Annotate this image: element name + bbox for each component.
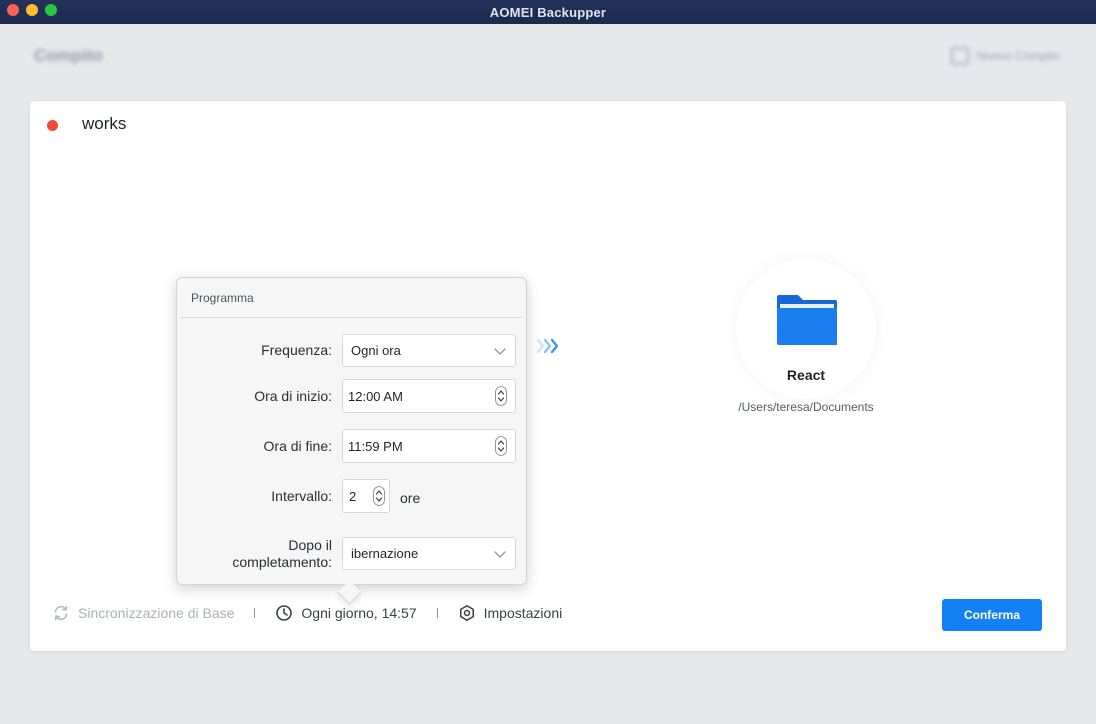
task-options-bar: Sincronizzazione di Base Ogni giorno, 14… bbox=[52, 601, 562, 625]
confirm-button[interactable]: Conferma bbox=[942, 599, 1042, 631]
frequency-value: Ogni ora bbox=[351, 343, 401, 358]
schedule-popover: Programma Frequenza: Ogni ora Ora di ini… bbox=[176, 277, 527, 605]
time-stepper-icon[interactable] bbox=[495, 436, 507, 456]
interval-unit: ore bbox=[400, 490, 421, 506]
chevron-down-icon bbox=[494, 348, 506, 355]
after-completion-label-line2: completamento: bbox=[232, 554, 332, 570]
chevron-down-icon bbox=[494, 551, 506, 558]
popover-divider bbox=[181, 317, 522, 318]
sync-direction-arrows-icon bbox=[536, 338, 559, 354]
clock-icon bbox=[276, 605, 293, 621]
settings-option[interactable]: Impostazioni bbox=[458, 604, 563, 622]
after-completion-value: ibernazione bbox=[351, 546, 419, 561]
destination-path: /Users/teresa/Documents bbox=[738, 400, 874, 414]
new-task-icon bbox=[951, 47, 970, 65]
start-time-value: 12:00 AM bbox=[348, 388, 403, 404]
interval-label: Intervallo: bbox=[271, 488, 332, 504]
interval-stepper-icon[interactable] bbox=[373, 486, 385, 506]
minimize-window-button[interactable] bbox=[26, 4, 38, 16]
end-time-value: 11:59 PM bbox=[348, 438, 403, 454]
after-completion-label-line1: Dopo il bbox=[288, 537, 332, 553]
window-controls bbox=[7, 4, 57, 16]
interval-field[interactable]: 2 bbox=[342, 479, 390, 513]
sync-icon bbox=[54, 605, 68, 621]
schedule-label: Ogni giorno, 14:57 bbox=[301, 605, 417, 621]
settings-icon bbox=[459, 605, 474, 621]
zoom-window-button[interactable] bbox=[45, 4, 57, 16]
task-name[interactable]: works bbox=[82, 114, 126, 134]
separator bbox=[436, 608, 438, 618]
background-new-task-button: Nuovo Compito bbox=[951, 47, 1060, 65]
end-time-field[interactable]: 11:59 PM bbox=[342, 429, 516, 463]
after-completion-select[interactable]: ibernazione bbox=[342, 537, 516, 570]
end-time-label: Ora di fine: bbox=[263, 438, 332, 454]
close-window-button[interactable] bbox=[7, 4, 19, 16]
start-time-field[interactable]: 12:00 AM bbox=[342, 379, 516, 413]
folder-icon bbox=[777, 295, 837, 345]
after-completion-label: Dopo il completamento: bbox=[232, 537, 332, 571]
interval-value: 2 bbox=[349, 488, 357, 504]
background-page-title: Compito bbox=[34, 46, 103, 65]
task-status-dot bbox=[47, 120, 58, 131]
title-bar: AOMEI Backupper bbox=[0, 0, 1096, 24]
frequency-select[interactable]: Ogni ora bbox=[342, 334, 516, 367]
separator bbox=[254, 608, 256, 618]
settings-label: Impostazioni bbox=[483, 605, 563, 621]
time-stepper-icon[interactable] bbox=[495, 386, 507, 406]
start-time-label: Ora di inizio: bbox=[254, 388, 332, 404]
sync-mode-label: Sincronizzazione di Base bbox=[78, 605, 235, 621]
popover-title: Programma bbox=[191, 291, 254, 305]
schedule-option[interactable]: Ogni giorno, 14:57 bbox=[275, 604, 417, 622]
sync-mode-option[interactable]: Sincronizzazione di Base bbox=[52, 604, 234, 622]
window-title: AOMEI Backupper bbox=[489, 4, 607, 20]
destination-name: React bbox=[786, 367, 826, 383]
frequency-label: Frequenza: bbox=[261, 342, 332, 358]
new-task-label: Nuovo Compito bbox=[977, 49, 1060, 63]
